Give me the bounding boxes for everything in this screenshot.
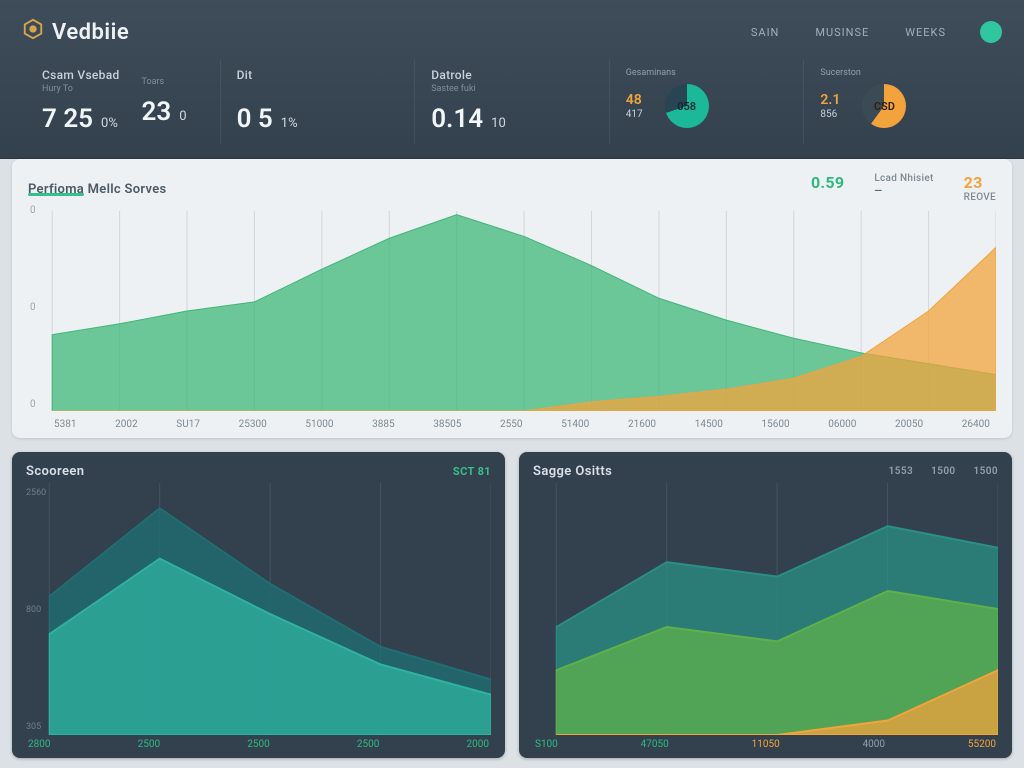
bottom-chart-left: Scooreen SCT 81 2560800305 2800250025002… bbox=[12, 452, 505, 758]
metric-value: 0 5 bbox=[237, 104, 273, 134]
metric-label: Dit bbox=[237, 68, 399, 82]
metric-value: 23 bbox=[142, 97, 172, 127]
metric-card-5[interactable]: Sucerston 2.1 856 CSD bbox=[803, 60, 998, 144]
metric-suffix: 0% bbox=[101, 116, 118, 131]
metric-label: Csam Vsebad bbox=[42, 68, 120, 82]
hexagon-icon bbox=[22, 18, 44, 46]
metric-sublabel: Hury To bbox=[42, 84, 120, 94]
legend: 155315001500 bbox=[889, 466, 998, 477]
nav-item-2[interactable]: MUSINSE bbox=[815, 26, 869, 39]
brand-name: Vedbiie bbox=[52, 20, 129, 45]
card-title: Scooreen bbox=[26, 464, 84, 479]
metric-value: 7 25 bbox=[42, 104, 93, 134]
metric-sublabel: Toars bbox=[142, 77, 187, 87]
x-axis: S1004705011050400055200 bbox=[533, 735, 998, 752]
main-area-chart bbox=[28, 211, 996, 411]
metric-card-4[interactable]: Gesaminans 48 417 058 bbox=[609, 60, 804, 144]
kpi-value: 0.59 bbox=[811, 173, 844, 192]
area-chart bbox=[26, 483, 491, 735]
nav-item-3[interactable]: WEEKS bbox=[905, 26, 946, 39]
card-title: Sagge Ositts bbox=[533, 464, 612, 479]
x-axis: 28002500250025002000 bbox=[26, 735, 491, 752]
brand: Vedbiie bbox=[22, 18, 129, 46]
metric-card-3[interactable]: Datrole Sastee fuki 0.14 10 bbox=[414, 60, 609, 144]
top-nav: SAIN MUSINSE WEEKS bbox=[751, 26, 946, 39]
metric-label: Datrole bbox=[431, 68, 593, 82]
metric-value: 0.14 bbox=[431, 104, 483, 134]
x-axis: 53812002SU172530051000388538505255051400… bbox=[28, 415, 996, 430]
main-chart-panel: Perfioma Mellc Sorves 0.59 Lcad Nhisiet … bbox=[12, 159, 1012, 438]
donut-chart-teal: 058 bbox=[665, 84, 709, 128]
y-axis: 000 bbox=[30, 205, 36, 410]
topbar: Vedbiie SAIN MUSINSE WEEKS Csam Vsebad H… bbox=[0, 0, 1024, 159]
area-chart bbox=[533, 483, 998, 735]
bottom-chart-right: Sagge Ositts 155315001500 S1004705011050… bbox=[519, 452, 1012, 758]
nav-item-1[interactable]: SAIN bbox=[751, 26, 780, 39]
metric-card-2[interactable]: Dit 0 5 1% bbox=[220, 60, 415, 144]
donut-chart-orange: CSD bbox=[862, 84, 906, 128]
avatar[interactable] bbox=[980, 21, 1002, 43]
metric-card-1[interactable]: Csam Vsebad Hury To 7 25 0% Toars 23 0 bbox=[26, 60, 220, 144]
metric-row: Csam Vsebad Hury To 7 25 0% Toars 23 0 bbox=[22, 54, 1002, 158]
active-tab-indicator bbox=[28, 193, 84, 196]
y-axis: 2560800305 bbox=[26, 488, 46, 732]
